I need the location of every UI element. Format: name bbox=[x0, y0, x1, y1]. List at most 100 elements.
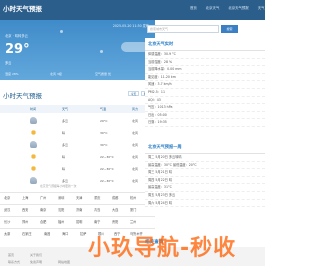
city-link[interactable]: 深圳 bbox=[58, 195, 64, 200]
city-link[interactable]: 西安 bbox=[22, 207, 28, 212]
city-link[interactable]: 成都 bbox=[112, 195, 118, 200]
nav-item[interactable]: 天气 bbox=[258, 5, 265, 10]
wind-text: 北风 bbox=[132, 167, 139, 171]
city-link[interactable]: 大连 bbox=[112, 207, 118, 212]
city-link[interactable]: 厦门 bbox=[130, 207, 136, 212]
weather-text: 多云 bbox=[62, 143, 69, 147]
city-link[interactable]: 昆明 bbox=[76, 219, 82, 224]
nav-item[interactable]: 北京天气预报 bbox=[228, 5, 248, 10]
temperature-text: 22~30°C bbox=[100, 179, 114, 183]
divider bbox=[0, 228, 155, 229]
divider bbox=[0, 216, 155, 217]
city-link[interactable]: 海口 bbox=[62, 231, 68, 236]
update-time: 2025-05-20 11:30 发布 bbox=[112, 24, 149, 28]
air-quality-value: 空气质量 优 bbox=[95, 72, 111, 76]
table-row: 晴 22~30°C 北风 bbox=[0, 151, 155, 163]
city-link[interactable]: 北京 bbox=[4, 195, 10, 200]
city-link[interactable]: 南京 bbox=[40, 207, 46, 212]
table-row: 多云 29°C 北风 bbox=[0, 115, 155, 127]
sparkle-icon bbox=[60, 30, 63, 33]
weather-text: 晴 bbox=[62, 131, 66, 135]
table-row: 晴 30°C 北风 bbox=[0, 127, 155, 139]
wind-text: 北风 bbox=[132, 179, 139, 183]
forecast-row: 最高温度：31°C bbox=[145, 184, 265, 192]
realtime-row: 日出：05:00 bbox=[145, 112, 265, 120]
search-input[interactable]: 搜索城市天气 bbox=[147, 25, 219, 33]
cloud-icon bbox=[30, 177, 37, 184]
top-nav: 首页 北京天气 北京天气预报 天气 bbox=[190, 5, 264, 10]
table-row: 多云 30°C 北风 bbox=[0, 139, 155, 151]
column-header: 天气 bbox=[62, 107, 69, 111]
column-header: 时间 bbox=[30, 107, 37, 111]
weather-text: 多云 bbox=[62, 119, 69, 123]
current-weather-hero: 2025-05-20 11:30 发布 北京 · 晴转多云 29° 多云 湿度 … bbox=[0, 20, 155, 80]
footer-link[interactable]: 网站地图 bbox=[58, 260, 70, 264]
panel-title: 北京天气实时 bbox=[145, 38, 265, 51]
section-title: 小时天气预报 bbox=[3, 92, 42, 100]
city-link[interactable]: 青岛 bbox=[94, 207, 100, 212]
panel-title: 北京天气预报一周 bbox=[145, 141, 265, 154]
footer-link[interactable]: 关于我们 bbox=[30, 253, 42, 257]
city-link[interactable]: 杭州 bbox=[130, 195, 136, 200]
city-link[interactable]: 福州 bbox=[58, 219, 64, 224]
city-link[interactable]: 上海 bbox=[22, 195, 28, 200]
wind-text: 北风 bbox=[132, 119, 139, 123]
forecast-row: 周五 5月23日 多云 bbox=[145, 192, 265, 200]
current-condition: 多云 bbox=[5, 61, 12, 65]
forecast-row: 周二 5月20日 多云转晴 bbox=[145, 154, 265, 162]
footer-link[interactable]: 首页 bbox=[8, 253, 14, 257]
weather-text: 晴 bbox=[62, 155, 66, 159]
city-link[interactable]: 合肥 bbox=[40, 219, 46, 224]
realtime-row: 风速：3.7 km/h bbox=[145, 81, 265, 89]
city-link[interactable]: 拉萨 bbox=[80, 231, 86, 236]
city-link[interactable]: 石家庄 bbox=[22, 231, 32, 236]
city-link[interactable]: 天津 bbox=[76, 195, 82, 200]
nav-item[interactable]: 北京天气 bbox=[206, 5, 220, 10]
city-link[interactable]: 济南 bbox=[76, 207, 82, 212]
city-link[interactable]: 沈阳 bbox=[58, 207, 64, 212]
site-title[interactable]: 小时天气预报 bbox=[3, 3, 42, 13]
realtime-row: PM2.5：11 bbox=[145, 89, 265, 97]
cloud-icon bbox=[30, 141, 37, 148]
wind-text: 北风 bbox=[132, 155, 139, 159]
temperature-text: 29°C bbox=[100, 119, 108, 123]
sun-icon bbox=[30, 153, 37, 160]
city-link[interactable]: 广州 bbox=[40, 195, 46, 200]
divider bbox=[0, 192, 155, 193]
location-label: 北京 · 晴转多云 bbox=[5, 34, 28, 38]
realtime-row: AQI：43 bbox=[145, 97, 265, 105]
search-button[interactable]: 搜索 bbox=[221, 25, 238, 33]
city-link[interactable]: 兰州 bbox=[130, 219, 136, 224]
city-link[interactable]: 南宁 bbox=[94, 219, 100, 224]
realtime-row: 气压：1013 hPa bbox=[145, 104, 265, 112]
city-link[interactable]: 南昌 bbox=[44, 231, 50, 236]
tab-today[interactable]: 今天 bbox=[128, 91, 139, 96]
humidity-value: 湿度 28% bbox=[5, 72, 19, 76]
footer-link[interactable]: 免责声明 bbox=[30, 260, 42, 264]
nav-item[interactable]: 首页 bbox=[190, 5, 197, 10]
forecast-row: 周三 5月21日 晴 bbox=[145, 169, 265, 177]
sun-icon bbox=[30, 165, 37, 172]
divider bbox=[0, 204, 155, 205]
city-link[interactable]: 武汉 bbox=[4, 207, 10, 212]
cloud-icon bbox=[30, 117, 37, 124]
realtime-row: 日落：19:35 bbox=[145, 119, 265, 127]
realtime-row: 当前湿度：28 % bbox=[145, 59, 265, 67]
weather-text: 晴 bbox=[62, 167, 66, 171]
city-link[interactable]: 郑州 bbox=[22, 219, 28, 224]
city-link[interactable]: 贵阳 bbox=[112, 219, 118, 224]
current-temperature: 29° bbox=[5, 42, 30, 57]
watermark: 小玖导航-秒收 bbox=[88, 236, 237, 261]
forecast-row: 周四 5月22日 晴 bbox=[145, 177, 265, 185]
realtime-row: 当前降水量：0.00 mm bbox=[145, 66, 265, 74]
city-link[interactable]: 重庆 bbox=[94, 195, 100, 200]
table-header-row: 时间 天气 气温 风力 bbox=[0, 105, 155, 113]
sun-icon bbox=[30, 129, 37, 136]
city-link[interactable]: 太原 bbox=[4, 231, 10, 236]
city-link[interactable]: 长沙 bbox=[4, 219, 10, 224]
wind-value: 北风 3级 bbox=[50, 72, 62, 76]
footer-link[interactable]: 联系方式 bbox=[8, 260, 20, 264]
wind-text: 北风 bbox=[132, 131, 139, 135]
table-row: 晴 22~30°C 北风 bbox=[0, 163, 155, 175]
temperature-text: 22~30°C bbox=[100, 155, 114, 159]
